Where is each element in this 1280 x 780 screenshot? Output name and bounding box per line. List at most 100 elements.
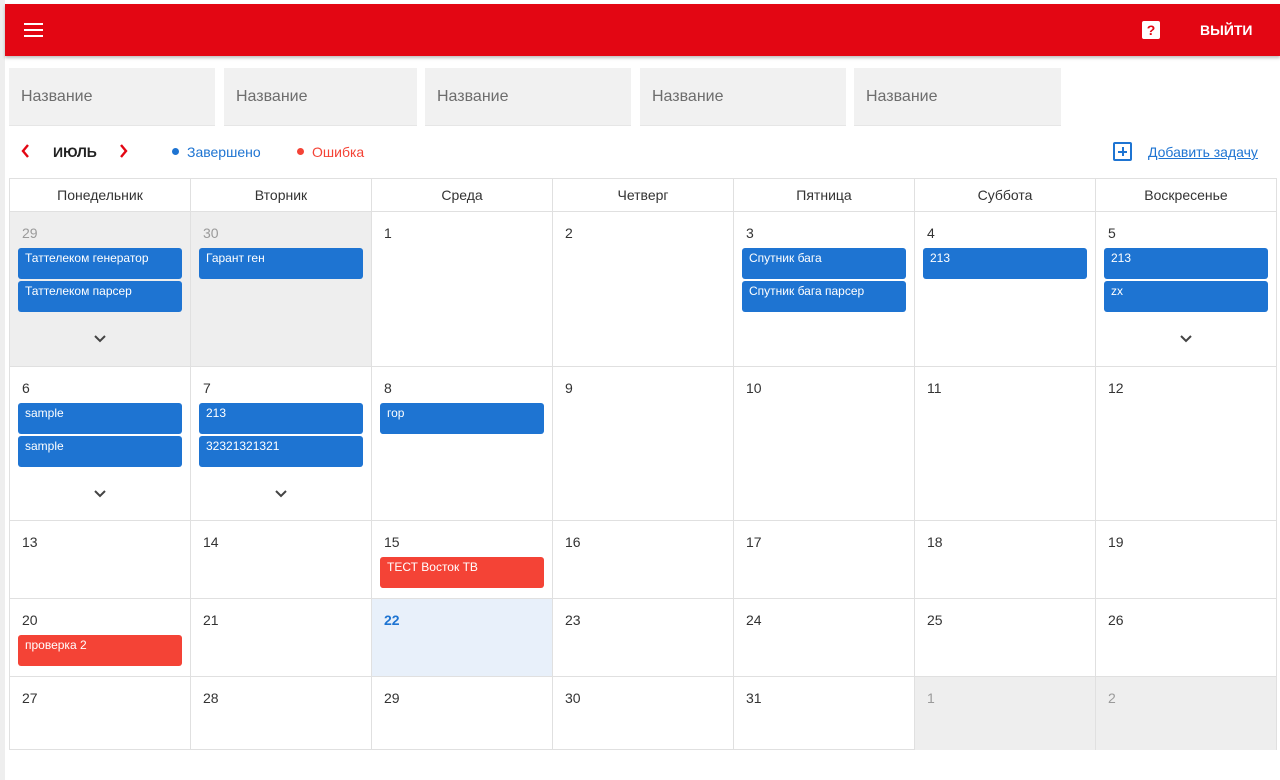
week-row: 29 Таттелеком генератор Таттелеком парсер 3… <box>10 212 1276 367</box>
task-chip[interactable]: Таттелеком генератор <box>18 248 182 279</box>
task-chip[interactable]: Спутник бага <box>742 248 906 279</box>
day-cell[interactable]: 1 <box>372 212 553 366</box>
prev-month-button[interactable] <box>20 143 30 164</box>
weekday-label: Четверг <box>553 179 734 212</box>
day-cell[interactable]: 30 <box>553 677 734 750</box>
day-cell[interactable]: 13 <box>10 521 191 598</box>
day-cell[interactable]: 11 <box>915 367 1096 520</box>
chevron-down-icon[interactable] <box>1179 331 1193 343</box>
legend-error-label: Ошибка <box>312 144 365 160</box>
task-chip[interactable]: Спутник бага парсер <box>742 281 906 312</box>
week-row: 20 проверка 2 21 22 23 24 25 26 <box>10 599 1276 677</box>
day-cell[interactable]: 15 ТЕСТ Восток ТВ <box>372 521 553 598</box>
task-chip[interactable]: 213 <box>923 248 1087 279</box>
help-button[interactable]: ? <box>1142 21 1160 39</box>
day-number: 1 <box>927 690 935 706</box>
calendar-grid: Понедельник Вторник Среда Четверг Пятница Суб… <box>9 178 1277 750</box>
day-cell[interactable]: 4 213 <box>915 212 1096 366</box>
task-chip[interactable]: гор <box>380 403 544 434</box>
task-chip[interactable]: ТЕСТ Восток ТВ <box>380 557 544 588</box>
legend-error: Ошибка <box>297 144 364 160</box>
day-number: 26 <box>1108 612 1124 628</box>
chevron-down-icon[interactable] <box>93 331 107 343</box>
day-cell[interactable]: 21 <box>191 599 372 676</box>
day-cell[interactable]: 5 213 zx <box>1096 212 1276 366</box>
day-cell[interactable]: 18 <box>915 521 1096 598</box>
task-chip[interactable]: sample <box>18 436 182 467</box>
day-cell[interactable]: 30 Гарант ген <box>191 212 372 366</box>
day-cell[interactable]: 14 <box>191 521 372 598</box>
day-number: 13 <box>22 534 38 550</box>
task-chip[interactable]: zx <box>1104 281 1268 312</box>
day-number: 19 <box>1108 534 1124 550</box>
day-cell[interactable]: 3 Спутник бага Спутник бага парсер <box>734 212 915 366</box>
filter-field-3 <box>425 68 631 126</box>
day-cell[interactable]: 10 <box>734 367 915 520</box>
day-number: 28 <box>203 690 219 706</box>
day-cell-today[interactable]: 22 <box>372 599 553 676</box>
filter-field-2 <box>224 68 417 126</box>
day-cell[interactable]: 2 <box>553 212 734 366</box>
day-cell[interactable]: 8 гор <box>372 367 553 520</box>
day-cell[interactable]: 29 <box>372 677 553 750</box>
day-number: 22 <box>384 612 400 628</box>
day-cell[interactable]: 26 <box>1096 599 1276 676</box>
chevron-down-icon[interactable] <box>93 486 107 498</box>
filter-input-1[interactable] <box>9 68 215 125</box>
day-cell[interactable]: 28 <box>191 677 372 750</box>
day-number: 12 <box>1108 380 1124 396</box>
logout-button[interactable]: ВЫЙТИ <box>1200 21 1253 39</box>
day-number: 2 <box>565 225 573 241</box>
task-chip[interactable]: проверка 2 <box>18 635 182 666</box>
weekday-label: Воскресенье <box>1144 187 1228 203</box>
weekday-label: Вторник <box>191 179 372 212</box>
day-cell[interactable]: 9 <box>553 367 734 520</box>
day-cell[interactable]: 29 Таттелеком генератор Таттелеком парсер <box>10 212 191 366</box>
day-cell[interactable]: 6 sample sample <box>10 367 191 520</box>
menu-icon[interactable] <box>24 23 43 37</box>
day-number: 24 <box>746 612 762 628</box>
weekday-label: Пятница <box>734 179 915 212</box>
next-month-button[interactable] <box>119 143 129 164</box>
filter-input-2[interactable] <box>224 68 417 125</box>
task-chip[interactable]: Гарант ген <box>199 248 363 279</box>
day-number: 2 <box>1108 690 1116 706</box>
day-cell[interactable]: 23 <box>553 599 734 676</box>
week-row: 6 sample sample 7 213 32321321321 8 гор 9 10 11 12 <box>10 367 1276 521</box>
day-number: 25 <box>927 612 943 628</box>
filter-input-4[interactable] <box>640 68 846 125</box>
day-cell[interactable]: 19 <box>1096 521 1276 598</box>
task-chip[interactable]: Таттелеком парсер <box>18 281 182 312</box>
app-header: ? ВЫЙТИ <box>5 4 1280 56</box>
day-cell[interactable]: 1 <box>915 677 1096 750</box>
day-number: 20 <box>22 612 38 628</box>
day-number: 16 <box>565 534 581 550</box>
day-cell[interactable]: 25 <box>915 599 1096 676</box>
filter-input-3[interactable] <box>425 68 631 125</box>
day-cell[interactable]: 20 проверка 2 <box>10 599 191 676</box>
day-cell[interactable]: 27 <box>10 677 191 750</box>
day-number: 5 <box>1108 225 1116 241</box>
day-number: 8 <box>384 380 392 396</box>
day-number: 17 <box>746 534 762 550</box>
day-number: 7 <box>203 380 211 396</box>
day-cell[interactable]: 24 <box>734 599 915 676</box>
legend-done: Завершено <box>172 144 261 160</box>
task-chip[interactable]: 213 <box>1104 248 1268 279</box>
day-cell[interactable]: 2 <box>1096 677 1276 750</box>
day-cell[interactable]: 7 213 32321321321 <box>191 367 372 520</box>
filter-input-5[interactable] <box>854 68 1061 125</box>
day-cell[interactable]: 16 <box>553 521 734 598</box>
legend-error-dot <box>297 148 304 155</box>
day-number: 3 <box>746 225 754 241</box>
task-chip[interactable]: sample <box>18 403 182 434</box>
day-cell[interactable]: 31 <box>734 677 915 750</box>
task-chip[interactable]: 213 <box>199 403 363 434</box>
chevron-down-icon[interactable] <box>274 486 288 498</box>
day-cell[interactable]: 12 <box>1096 367 1276 520</box>
legend-done-label: Завершено <box>187 144 261 160</box>
day-cell[interactable]: 17 <box>734 521 915 598</box>
day-number: 23 <box>565 612 581 628</box>
task-chip[interactable]: 32321321321 <box>199 436 363 467</box>
add-task-label: Добавить задачу <box>1148 144 1258 160</box>
